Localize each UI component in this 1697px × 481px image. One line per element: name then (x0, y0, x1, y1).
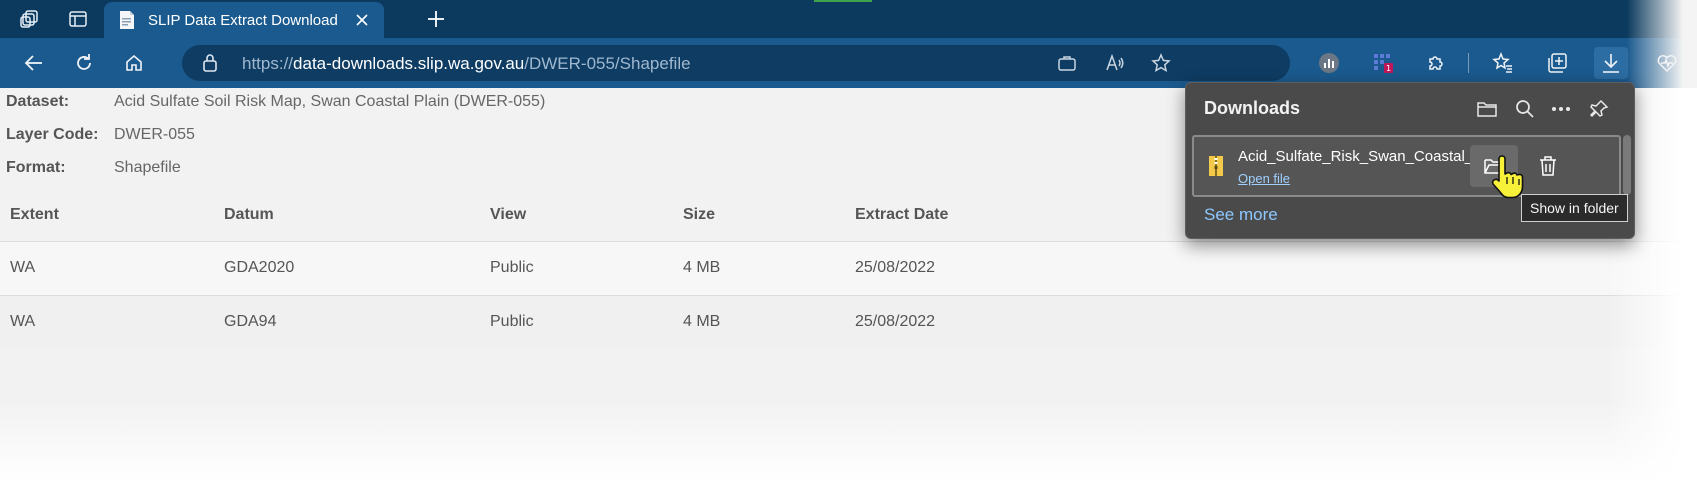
downloads-button[interactable] (1594, 47, 1628, 79)
cell-extent: WA (10, 313, 36, 330)
back-button[interactable] (16, 47, 52, 79)
tab-actions-icon[interactable] (62, 5, 94, 33)
collections-icon[interactable] (1540, 47, 1574, 79)
delete-download-button[interactable] (1524, 145, 1572, 187)
downloads-title: Downloads (1204, 98, 1301, 118)
browser-toolbar: https://data-downloads.slip.wa.gov.au/DW… (0, 38, 1697, 88)
home-button[interactable] (116, 47, 152, 79)
cell-datum: GDA94 (224, 313, 277, 330)
meta-value: Shapefile (114, 159, 181, 176)
meta-key: Format: (6, 159, 66, 176)
column-header-extract-date: Extract Date (855, 206, 949, 223)
column-header-size: Size (683, 206, 716, 223)
tab-slip-data-extract[interactable]: SLIP Data Extract Download (104, 2, 384, 38)
toolbar-separator (1468, 53, 1469, 73)
cell-extract-date: 25/08/2022 (855, 313, 936, 330)
column-header-datum: Datum (224, 206, 274, 223)
show-in-folder-tooltip: Show in folder (1521, 194, 1628, 222)
zip-file-icon (1209, 156, 1223, 176)
meta-value: Acid Sulfate Soil Risk Map, Swan Coastal… (114, 93, 546, 110)
read-aloud-icon[interactable] (1102, 51, 1128, 75)
download-arrow-icon (1603, 54, 1619, 73)
cell-view: Public (490, 313, 534, 330)
meta-key: Layer Code: (6, 126, 99, 143)
refresh-icon (77, 54, 91, 70)
workspaces-icon[interactable] (14, 5, 46, 33)
extension-grid-icon[interactable]: 1 (1366, 47, 1400, 79)
cell-extent: WA (10, 259, 36, 276)
download-item[interactable]: Acid_Sulfate_Risk_Swan_Coastal_Plain_ Op… (1192, 135, 1621, 197)
cell-view: Public (490, 259, 534, 276)
cell-size: 4 MB (683, 259, 721, 276)
close-tab-icon[interactable] (350, 8, 374, 32)
cell-extract-date: 25/08/2022 (855, 259, 936, 276)
meta-layer-code: Layer Code: DWER-055 (6, 123, 195, 147)
table-row[interactable]: WA GDA2020 Public 4 MB 25/08/2022 (0, 241, 1697, 295)
url-host: data-downloads.slip.wa.gov.au (293, 54, 525, 73)
refresh-button[interactable] (66, 47, 102, 79)
column-header-view: View (490, 206, 527, 223)
toolbar-right-fade (1627, 0, 1697, 88)
tab-strip: SLIP Data Extract Download (0, 0, 1697, 38)
open-downloads-folder-icon[interactable] (1472, 95, 1502, 123)
url-scheme: https:// (242, 54, 294, 73)
column-header-extent: Extent (10, 206, 59, 223)
page-favicon-icon (120, 11, 134, 29)
meta-format: Format: Shapefile (6, 156, 181, 180)
meta-value: DWER-055 (114, 126, 195, 143)
more-options-icon[interactable] (1546, 95, 1576, 123)
tab-accent-strip (814, 0, 872, 2)
favorites-icon[interactable] (1486, 47, 1520, 79)
url-path: /DWER-055/Shapefile (524, 54, 691, 73)
bottom-fade (0, 401, 1697, 481)
cell-size: 4 MB (683, 313, 721, 330)
trash-icon (1540, 156, 1556, 176)
download-filename: Acid_Sulfate_Risk_Swan_Coastal_Plain_ (1238, 148, 1498, 165)
briefcase-icon[interactable] (1054, 51, 1080, 75)
arrow-left-icon (24, 55, 42, 71)
favorite-star-icon[interactable] (1148, 51, 1174, 75)
open-file-link[interactable]: Open file (1238, 171, 1290, 186)
extension-chart-icon[interactable] (1312, 47, 1346, 79)
extensions-puzzle-icon[interactable] (1420, 47, 1454, 79)
plus-icon (428, 11, 444, 27)
cell-datum: GDA2020 (224, 259, 295, 276)
search-downloads-icon[interactable] (1510, 95, 1540, 123)
meta-dataset: Dataset: Acid Sulfate Soil Risk Map, Swa… (6, 90, 545, 114)
hand-pointer-cursor-icon (1491, 155, 1524, 199)
downloads-scrollbar[interactable] (1623, 135, 1631, 195)
pin-icon[interactable] (1584, 95, 1614, 123)
svg-text:1: 1 (1386, 64, 1391, 73)
meta-key: Dataset: (6, 93, 70, 110)
tab-title: SLIP Data Extract Download (148, 11, 338, 29)
new-tab-button[interactable] (420, 5, 452, 33)
lock-icon[interactable] (202, 53, 218, 78)
address-bar[interactable]: https://data-downloads.slip.wa.gov.au/DW… (182, 45, 1290, 81)
address-url[interactable]: https://data-downloads.slip.wa.gov.au/DW… (242, 54, 691, 74)
table-row[interactable]: WA GDA94 Public 4 MB 25/08/2022 (0, 295, 1697, 349)
home-icon (126, 54, 142, 71)
see-more-link[interactable]: See more (1204, 205, 1278, 225)
